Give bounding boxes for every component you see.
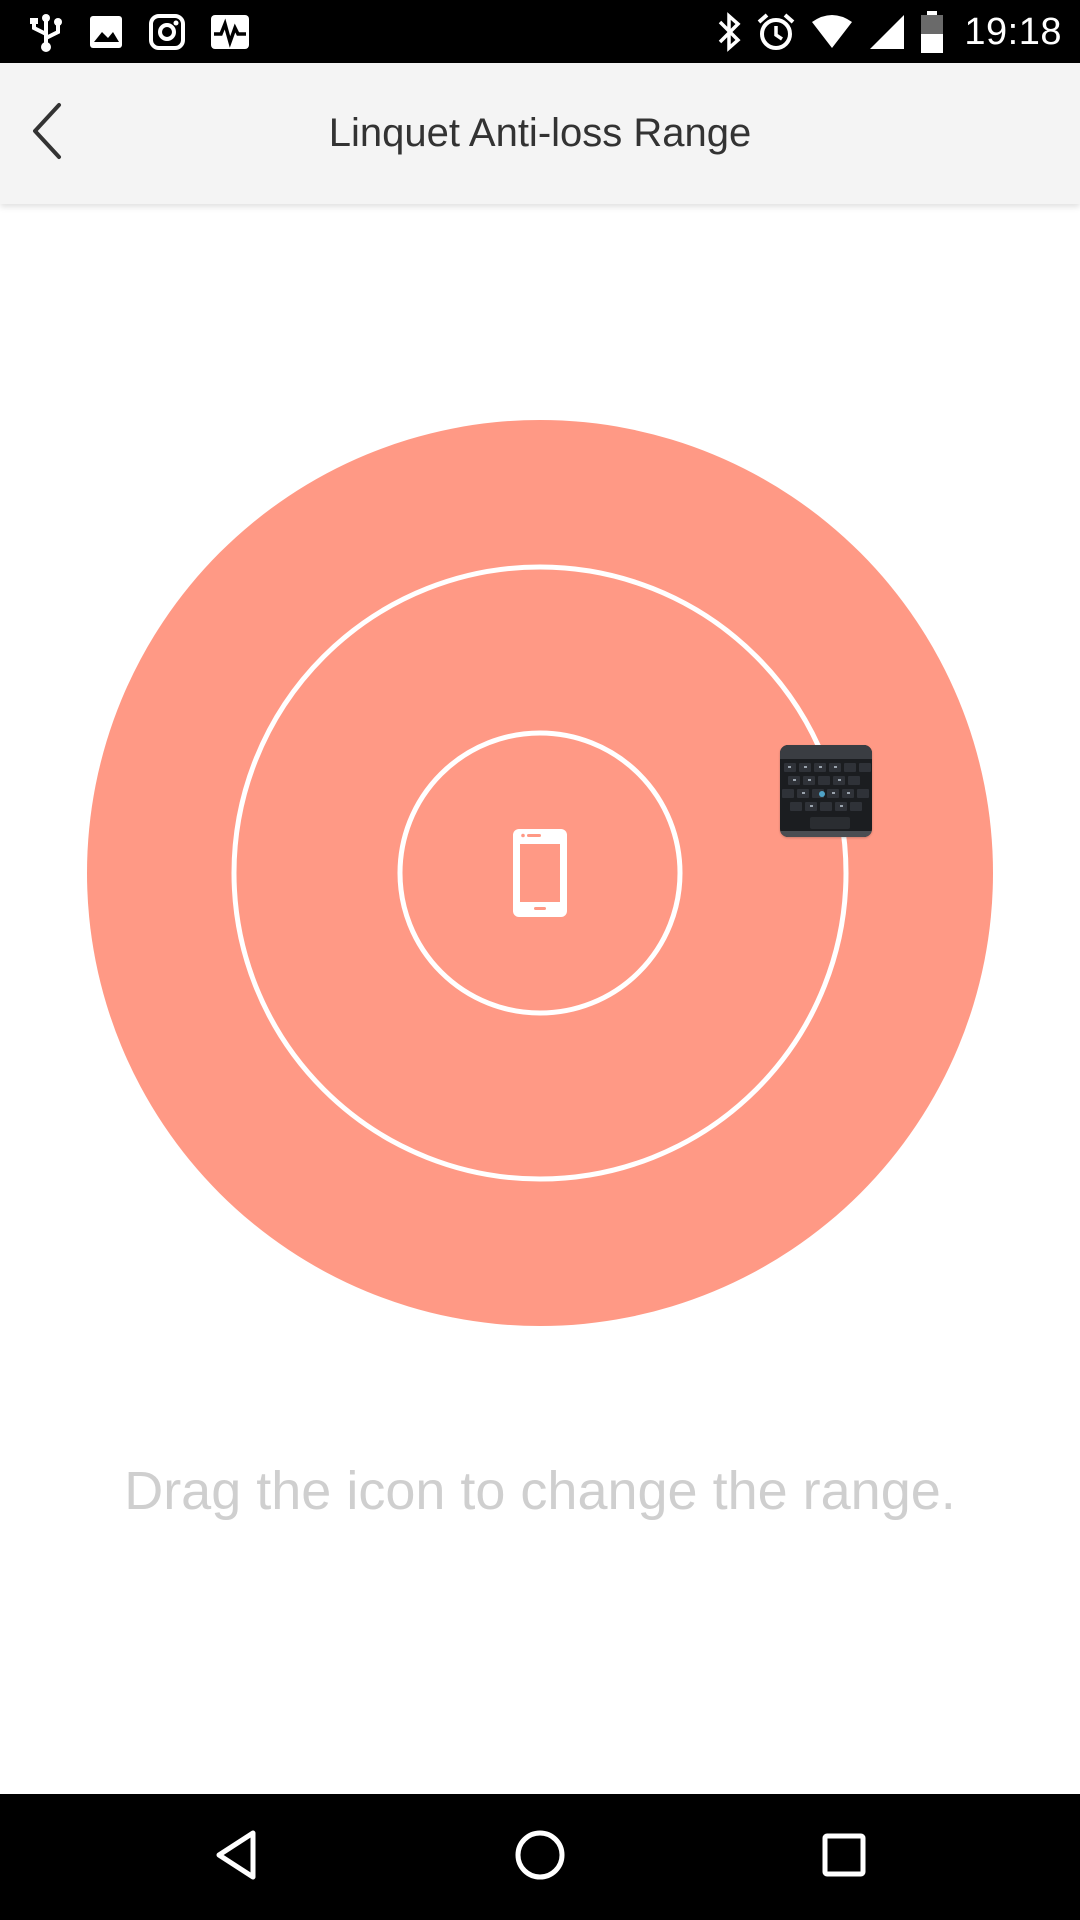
home-circle-icon — [514, 1829, 566, 1886]
nav-back-button[interactable] — [196, 1817, 276, 1897]
alarm-icon — [756, 12, 796, 52]
range-diagram — [87, 420, 993, 1326]
status-bar: 19:18 — [0, 0, 1080, 63]
signal-icon — [868, 13, 906, 51]
battery-icon — [920, 10, 944, 54]
notification-icons — [28, 8, 250, 56]
usb-icon — [28, 12, 64, 52]
page-title: Linquet Anti-loss Range — [328, 111, 752, 155]
keyboard-thumbnail — [780, 745, 872, 837]
recents-square-icon — [821, 1832, 867, 1883]
wifi-icon — [810, 14, 854, 50]
back-triangle-icon — [213, 1829, 259, 1886]
system-icons: 19:18 — [716, 8, 1062, 56]
back-button[interactable] — [12, 98, 82, 168]
app-bar: Linquet Anti-loss Range — [0, 63, 1080, 204]
hint-text: Drag the icon to change the range. — [124, 1461, 956, 1521]
bluetooth-icon — [716, 12, 742, 52]
nav-home-button[interactable] — [500, 1817, 580, 1897]
activity-icon — [210, 14, 250, 50]
image-icon — [88, 14, 124, 50]
device-thumbnail[interactable] — [780, 745, 872, 837]
smartphone-icon — [513, 829, 567, 917]
chevron-left-icon — [27, 101, 67, 166]
navigation-bar — [0, 1794, 1080, 1920]
range-area: Drag the icon to change the range. — [0, 204, 1080, 1794]
instagram-icon — [148, 13, 186, 51]
nav-recents-button[interactable] — [804, 1817, 884, 1897]
status-time: 19:18 — [964, 10, 1062, 53]
